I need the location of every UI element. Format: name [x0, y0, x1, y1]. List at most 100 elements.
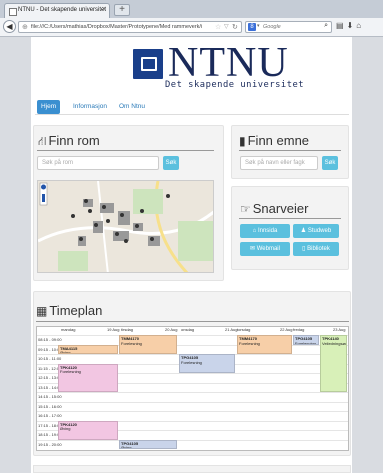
- course-search-button[interactable]: Søk: [322, 156, 338, 170]
- globe-icon: ⊕: [22, 24, 28, 31]
- close-tab-icon[interactable]: ×: [102, 6, 106, 13]
- event-type: Forelesning: [121, 340, 142, 346]
- divider: [239, 150, 341, 151]
- divider: [36, 321, 349, 322]
- timetable-row: 14:15 - 15:00: [37, 392, 348, 401]
- studweb-button[interactable]: ♟ Studweb: [293, 224, 339, 238]
- timetable-event[interactable]: TMM4170 Forelesning: [119, 335, 177, 354]
- snarveier-title: Snarveier: [252, 201, 309, 216]
- finn-emne-heading: ▮ Finn emne: [239, 133, 309, 148]
- webmail-label: Webmail: [256, 246, 280, 252]
- search-placeholder: Google: [263, 24, 281, 30]
- bibliotek-label: Bibliotek: [307, 246, 330, 252]
- reload-icon[interactable]: ↻: [232, 23, 238, 31]
- timetable-event[interactable]: TPG4105 Forelesning: [179, 354, 235, 373]
- campus-map[interactable]: [37, 180, 214, 273]
- day-date-thu: 22 Aug: [280, 327, 293, 332]
- event-type: Forelesning: [295, 340, 316, 345]
- timetable-event[interactable]: TMA4115 Øving: [58, 344, 118, 354]
- timetable-event[interactable]: TPK4140Veiledningsøving: [320, 335, 347, 392]
- day-header-thu: torsdag: [237, 327, 251, 332]
- engine-dropdown-icon[interactable]: ▾: [257, 23, 260, 29]
- day-date-fri: 23 Aug: [333, 327, 346, 332]
- timeplan-heading: ▦ Timeplan: [36, 303, 102, 318]
- dropdown-arrow-icon[interactable]: ▽: [224, 23, 229, 30]
- event-type: Forelesning: [60, 369, 81, 374]
- event-type: Øving: [60, 350, 71, 354]
- page-favicon-icon: [9, 8, 17, 16]
- finn-emne-title: Finn emne: [247, 133, 310, 148]
- time-slot-label: 16:15 - 17:00: [38, 413, 62, 418]
- timetable-event[interactable]: TPK4120 Forelesning: [58, 363, 118, 392]
- envelope-icon: ✉: [250, 246, 257, 252]
- toolbar-icons: ▤⬇⌂: [336, 21, 364, 30]
- search-engine-icon[interactable]: 8: [248, 23, 256, 31]
- timetable-event[interactable]: TPK4120 Øving: [58, 420, 118, 440]
- timetable-calendar[interactable]: mandag 19 Aug tirsdag 20 Aug onsdag 21 A…: [36, 326, 349, 451]
- address-bar[interactable]: ⊕ file:///C:/Users/mathias/Dropbox/Maste…: [18, 21, 242, 33]
- day-header-wed: onsdag: [181, 327, 195, 332]
- book-icon: ▮: [239, 134, 246, 148]
- innsida-button[interactable]: ⌂ Innsida: [240, 224, 290, 238]
- timetable-event[interactable]: TPG4105 Øving: [119, 439, 177, 449]
- menu-icon[interactable]: ▤: [336, 21, 347, 30]
- bottom-panel: [33, 465, 351, 473]
- timetable-row: 15:15 - 16:00: [37, 401, 348, 411]
- time-slot-label: 10:15 - 11:00: [38, 356, 62, 361]
- timeplan-title: Timeplan: [49, 303, 103, 318]
- snarveier-heading: ☞ Snarveier: [240, 201, 308, 216]
- event-type: Forelesning: [239, 340, 260, 346]
- logo-text[interactable]: NTNU: [168, 42, 289, 84]
- back-button[interactable]: ◀: [3, 20, 16, 33]
- day-date-mon: 19 Aug: [107, 327, 120, 332]
- day-date-tue: 20 Aug: [165, 327, 178, 332]
- studweb-label: Studweb: [307, 228, 332, 234]
- nav-divider: [35, 114, 349, 115]
- room-search-input[interactable]: Søk på rom: [37, 156, 159, 170]
- event-type: Øving: [121, 445, 132, 449]
- day-header-fri: fredag: [293, 327, 305, 332]
- road-icon: ⛙: [38, 134, 47, 148]
- nav-item-hjem[interactable]: Hjem: [37, 100, 61, 114]
- nav-item-om-ntnu[interactable]: Om Ntnu: [115, 100, 149, 114]
- timetable-event[interactable]: TMM4170 Forelesning: [237, 335, 292, 354]
- search-box[interactable]: 8 ▾ Google ⌕: [245, 21, 332, 33]
- tagline: Det skapende universitet: [165, 80, 305, 90]
- day-header-mon: mandag: [61, 327, 76, 332]
- event-type: Veiledningsøving: [322, 340, 347, 346]
- innsida-label: Innsida: [257, 228, 278, 234]
- time-slot-label: 14:15 - 15:00: [38, 394, 62, 399]
- finn-rom-title: Finn rom: [48, 133, 100, 148]
- calendar-icon: ▦: [36, 304, 48, 318]
- browser-tab[interactable]: NTNU - Det skapende universitet ×: [4, 3, 110, 18]
- magnifier-icon[interactable]: ⌕: [324, 22, 328, 30]
- bookmark-star-icon[interactable]: ☆: [215, 23, 221, 31]
- new-tab-button[interactable]: +: [114, 4, 130, 16]
- time-slot-label: 08:15 - 09:00: [38, 337, 62, 342]
- divider: [239, 218, 341, 219]
- browser-tabbar: NTNU - Det skapende universitet × +: [0, 0, 383, 18]
- timetable-row: 19:15 - 20:00: [37, 439, 348, 449]
- time-slot-label: 15:15 - 16:00: [38, 403, 62, 409]
- timetable-event[interactable]: TPG4105 Forelesning: [293, 335, 319, 345]
- logo-mark: [141, 57, 157, 71]
- map-graphic: [38, 181, 213, 272]
- nav-item-informasjon[interactable]: Informasjon: [69, 100, 111, 114]
- address-text: file:///C:/Users/mathias/Dropbox/Master/…: [31, 24, 203, 30]
- hand-pointer-icon: ☞: [240, 202, 251, 216]
- finn-rom-heading: ⛙ Finn rom: [38, 133, 100, 150]
- day-header-tue: tirsdag: [121, 327, 134, 332]
- course-search-input[interactable]: Søk på navn eller fagk: [240, 156, 318, 170]
- home-icon[interactable]: ⌂: [356, 21, 364, 30]
- webmail-button[interactable]: ✉ Webmail: [240, 242, 290, 256]
- timetable-row: 16:15 - 17:00: [37, 411, 348, 420]
- user-icon: ♟: [300, 228, 308, 234]
- tab-title: NTNU - Det skapende universitet: [18, 7, 107, 13]
- room-search-button[interactable]: Søk: [163, 156, 179, 170]
- event-type: Forelesning: [181, 359, 202, 365]
- download-icon[interactable]: ⬇: [347, 21, 357, 30]
- browser-navbar: ◀ ⊕ file:///C:/Users/mathias/Dropbox/Mas…: [0, 18, 383, 37]
- ntnu-logo-icon[interactable]: [133, 49, 163, 79]
- bibliotek-button[interactable]: ▯ Bibliotek: [293, 242, 339, 256]
- day-date-wed: 21 Aug: [225, 327, 238, 332]
